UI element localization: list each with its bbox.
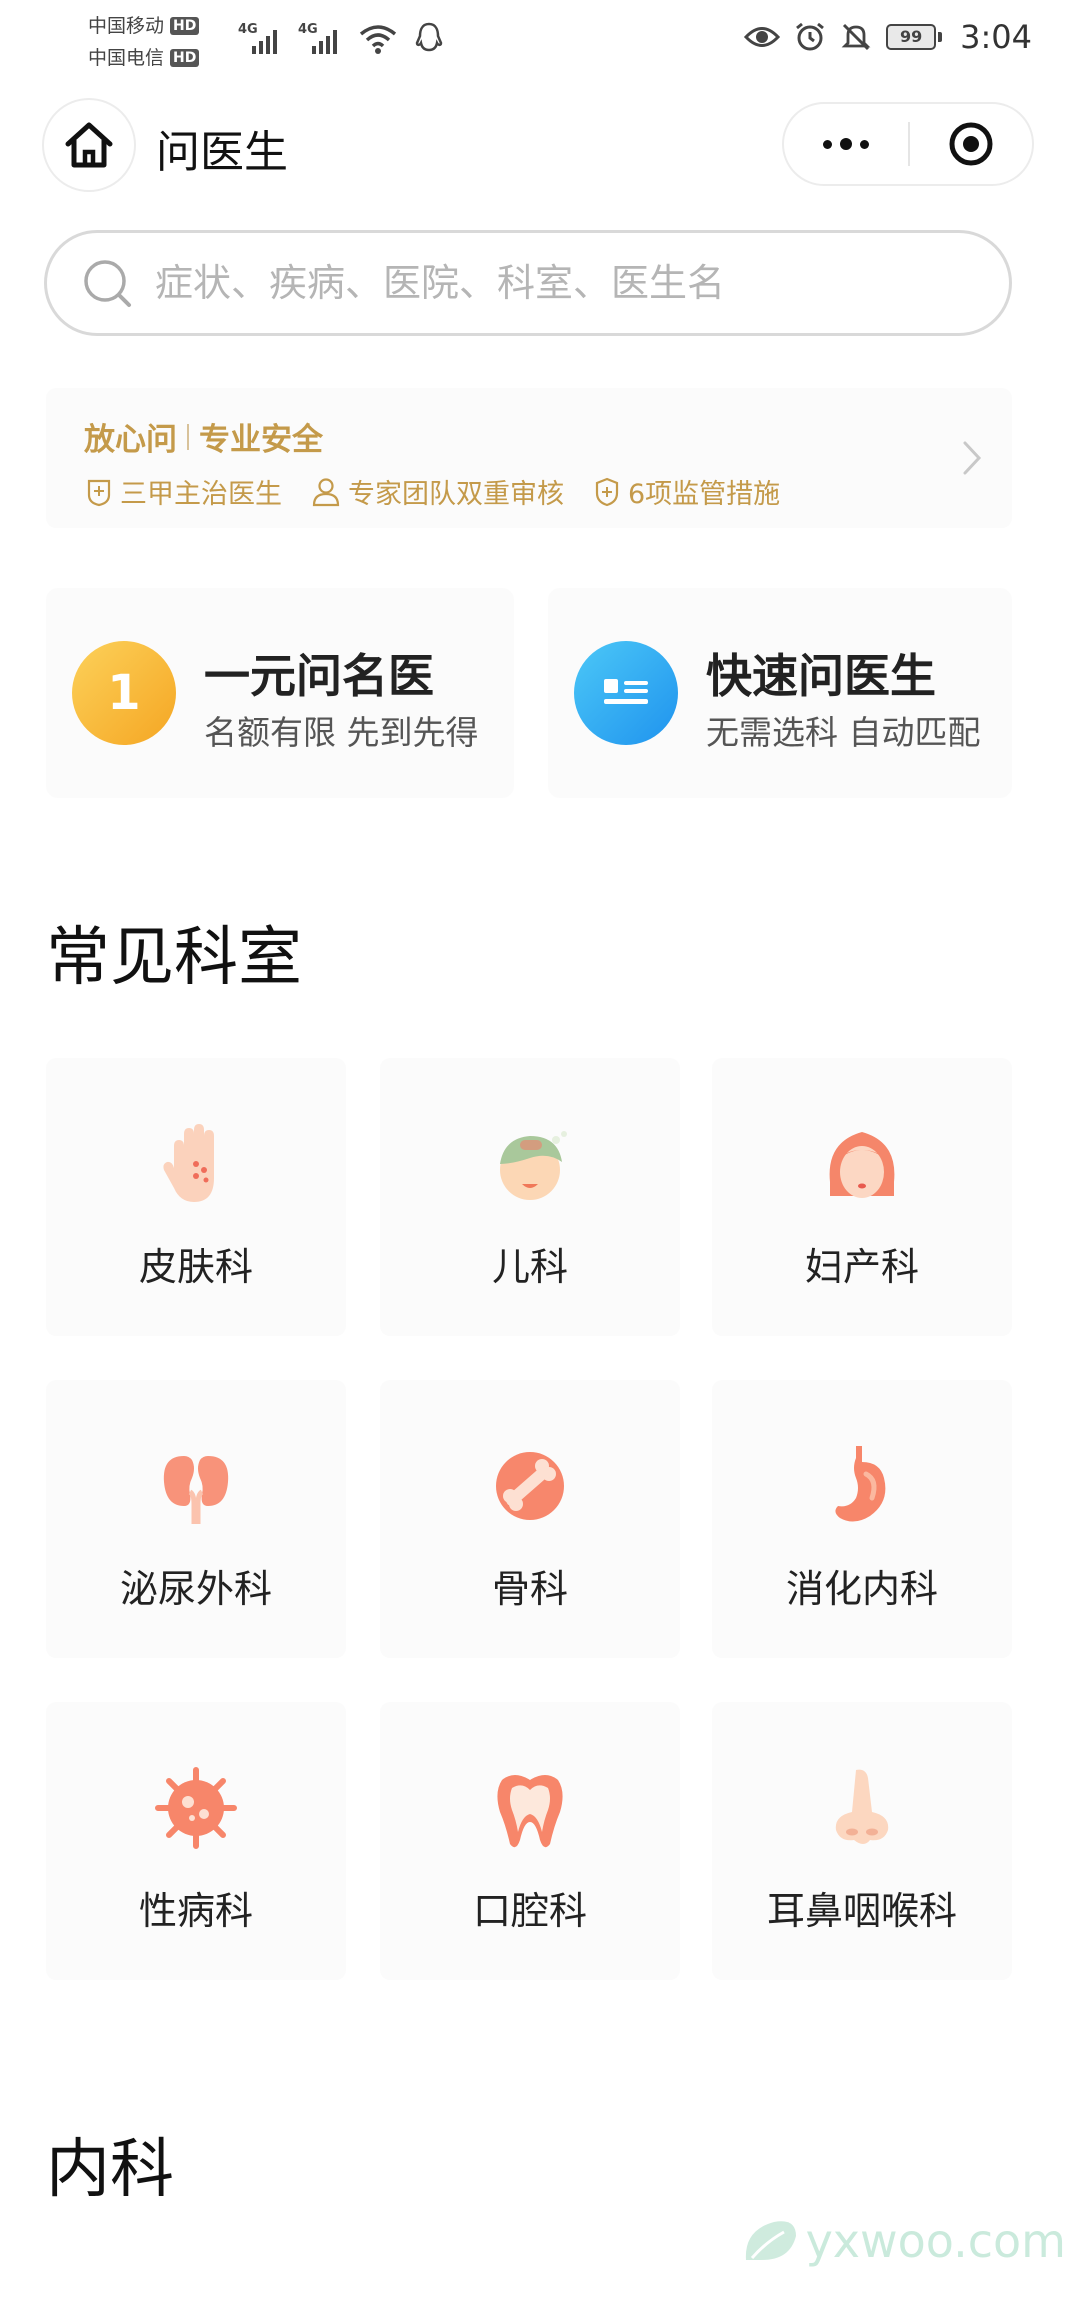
assurance-banner[interactable]: 放心问 专业安全 三甲主治医生 专家团队双重审核 6项监管措施 — [46, 388, 1012, 528]
banner-title-separator — [187, 423, 189, 450]
one-yuan-famous-doctor-card[interactable]: 1 一元问名医 名额有限 先到先得 — [46, 588, 514, 798]
department-gastroenterology[interactable]: 消化内科 — [712, 1380, 1012, 1658]
signal-icon: 4G — [238, 22, 282, 54]
feature-supervision: 6项监管措施 — [594, 472, 780, 511]
status-icons: 99 3:04 — [744, 18, 1032, 56]
clock-time: 3:04 — [960, 18, 1032, 56]
department-label: 口腔科 — [472, 1889, 587, 1933]
department-urology[interactable]: 泌尿外科 — [46, 1380, 346, 1658]
child-icon — [500, 1131, 567, 1200]
department-orthopedics[interactable]: 骨科 — [380, 1380, 680, 1658]
bone-icon — [496, 1452, 564, 1520]
wifi-icon — [359, 25, 397, 54]
carrier-1-label: 中国移动 — [88, 15, 165, 37]
home-icon — [65, 122, 113, 168]
banner-title-main: 放心问 — [84, 422, 177, 458]
department-label: 骨科 — [491, 1567, 568, 1611]
person-icon — [312, 477, 340, 506]
department-venereology[interactable]: 性病科 — [46, 1702, 346, 1980]
department-label: 妇产科 — [804, 1245, 919, 1289]
feature-expert-review: 专家团队双重审核 — [312, 472, 564, 511]
qq-icon — [415, 22, 443, 52]
woman-icon — [829, 1132, 895, 1198]
eye-icon — [744, 27, 781, 47]
card-subtitle: 无需选科 自动匹配 — [706, 713, 981, 752]
kidney-icon — [163, 1456, 229, 1524]
hd-badge: HD — [170, 17, 200, 35]
department-obstetrics-gynecology[interactable]: 妇产科 — [712, 1058, 1012, 1336]
search-icon — [84, 260, 131, 307]
department-pediatrics[interactable]: 儿科 — [380, 1058, 680, 1336]
stomach-icon — [835, 1446, 886, 1522]
battery-level: 99 — [886, 24, 937, 50]
leaf-logo-icon — [745, 2221, 796, 2260]
hand-skin-icon — [163, 1124, 214, 1202]
department-ent[interactable]: 耳鼻咽喉科 — [712, 1702, 1012, 1980]
status-bar: 中国移动 HD 中国电信 HD 4G 4G 99 3:04 — [0, 0, 1080, 80]
chevron-right-icon — [963, 441, 982, 475]
page-title: 问医生 — [156, 127, 288, 178]
search-input[interactable] — [155, 261, 975, 305]
target-close-icon — [949, 122, 993, 166]
feature-label: 专家团队双重审核 — [348, 479, 564, 510]
department-label: 儿科 — [491, 1245, 568, 1289]
search-bar[interactable] — [44, 230, 1012, 336]
doctor-badge-icon — [87, 479, 111, 506]
mute-bell-icon — [841, 23, 871, 51]
signal-group: 4G 4G — [238, 22, 444, 54]
department-label: 消化内科 — [785, 1567, 938, 1611]
feature-label: 6项监管措施 — [628, 479, 781, 510]
quick-ask-doctor-card[interactable]: 快速问医生 无需选科 自动匹配 — [548, 588, 1012, 798]
blue-document-icon — [574, 641, 678, 745]
home-button[interactable] — [42, 98, 136, 192]
battery-icon: 99 — [886, 24, 943, 50]
nose-icon — [835, 1769, 889, 1844]
department-label: 性病科 — [138, 1889, 253, 1933]
tooth-icon — [497, 1775, 563, 1848]
department-label: 皮肤科 — [138, 1245, 253, 1289]
feature-doctor: 三甲主治医生 — [86, 472, 282, 511]
department-label: 耳鼻咽喉科 — [766, 1889, 957, 1933]
yellow-number-badge-icon: 1 — [72, 641, 176, 745]
banner-title-sub: 专业安全 — [199, 422, 323, 458]
close-miniprogram-button[interactable] — [910, 104, 1032, 184]
miniprogram-capsule — [782, 102, 1034, 186]
hd-badge: HD — [170, 49, 200, 67]
badge-number: 1 — [107, 665, 141, 721]
card-subtitle: 名额有限 先到先得 — [204, 713, 479, 752]
banner-title: 放心问 专业安全 — [84, 414, 323, 459]
watermark: yxwoo.com — [740, 2214, 1066, 2268]
carrier-info: 中国移动 HD 中国电信 HD — [88, 10, 200, 74]
virus-icon — [155, 1767, 237, 1849]
more-options-button[interactable] — [784, 104, 908, 184]
department-dermatology[interactable]: 皮肤科 — [46, 1058, 346, 1336]
banner-features: 三甲主治医生 专家团队双重审核 6项监管措施 — [86, 472, 780, 511]
section-title-common-departments: 常见科室 — [46, 921, 302, 995]
card-title: 一元问名医 — [204, 649, 434, 703]
carrier-2-label: 中国电信 — [88, 47, 165, 69]
watermark-text: yxwoo.com — [805, 2214, 1066, 2268]
shield-plus-icon — [595, 477, 619, 506]
section-title-internal-medicine: 内科 — [46, 2133, 174, 2207]
department-stomatology[interactable]: 口腔科 — [380, 1702, 680, 1980]
alarm-icon — [796, 22, 825, 51]
signal-icon: 4G — [298, 22, 342, 54]
card-title: 快速问医生 — [706, 649, 936, 703]
feature-label: 三甲主治医生 — [120, 479, 282, 510]
department-label: 泌尿外科 — [119, 1567, 272, 1611]
